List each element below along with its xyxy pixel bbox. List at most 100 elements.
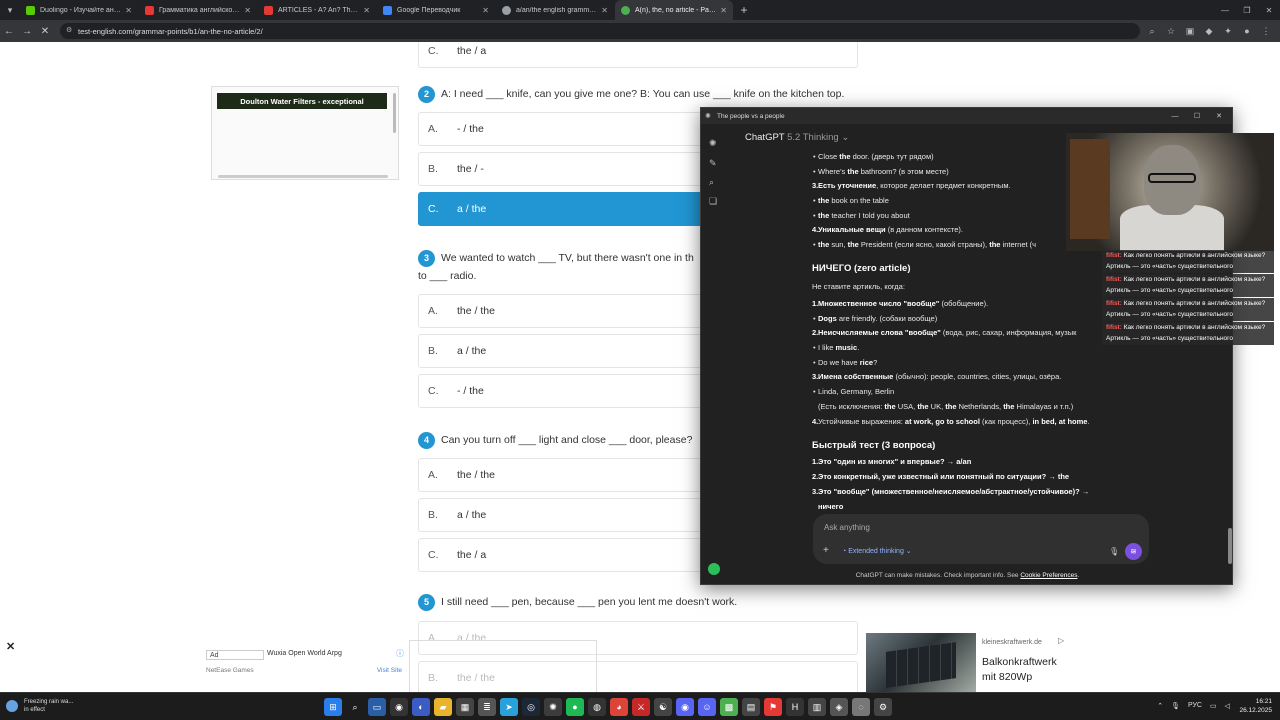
bookmark-star-icon[interactable]: ☆ <box>1163 23 1179 39</box>
maximize-icon[interactable]: ☐ <box>1186 108 1208 124</box>
file-explorer-icon[interactable]: ▰ <box>434 698 452 716</box>
side-ad[interactable]: kleineskraftwerk.de ▷ Balkonkraftwerk mi… <box>866 633 1070 692</box>
volume-icon[interactable]: ◁ <box>1225 702 1230 710</box>
spotify-icon[interactable]: ● <box>566 698 584 716</box>
section-heading: НИЧЕГО (zero article) <box>812 263 911 274</box>
ad-info-icon[interactable]: ⓘ <box>396 648 404 659</box>
app-icon[interactable]: ▥ <box>808 698 826 716</box>
minecraft-icon[interactable]: ▩ <box>720 698 738 716</box>
new-chat-icon[interactable]: ✎ <box>709 158 717 169</box>
new-tab-button[interactable]: + <box>734 3 754 17</box>
minimize-icon[interactable]: — <box>1164 108 1186 124</box>
app-icon[interactable]: ▤ <box>742 698 760 716</box>
weather-widget[interactable]: Freezing rain wa... in effect <box>4 698 73 714</box>
app-icon[interactable]: ◉ <box>390 698 408 716</box>
close-window-icon[interactable]: ✕ <box>1208 108 1230 124</box>
start-icon[interactable]: ⊞ <box>324 698 342 716</box>
tab-grammar-youtube[interactable]: Грамматика английского язык ✕ <box>139 0 257 20</box>
extension-icon[interactable]: ◆ <box>1201 23 1217 39</box>
model-selector[interactable]: ChatGPT 5.2 Thinking ⌄ <box>745 132 849 143</box>
close-tab-icon[interactable]: ✕ <box>601 6 608 15</box>
response-line: Do we have rice? <box>813 358 877 367</box>
microphone-icon[interactable]: 🎙 <box>1171 702 1180 710</box>
taskview-icon[interactable]: ▭ <box>368 698 386 716</box>
ad-scrollbar[interactable] <box>393 93 396 133</box>
question-number: 3 <box>418 250 435 267</box>
ad-choices-icon[interactable]: ▷ <box>1058 636 1064 645</box>
app-icon[interactable]: ☯ <box>654 698 672 716</box>
microphone-icon[interactable]: 🎙 <box>1109 547 1119 556</box>
chrome-icon[interactable]: ◕ <box>610 698 628 716</box>
solar-panel-image[interactable] <box>866 633 976 692</box>
settings-icon[interactable]: ⚙ <box>874 698 892 716</box>
network-icon[interactable]: ▭ <box>1210 702 1217 710</box>
ad-banner-text[interactable]: Doulton Water Filters - exceptional <box>217 93 387 109</box>
ad-close-icon[interactable]: ✕ <box>6 640 15 653</box>
ad-visit-link[interactable]: Visit Site <box>377 667 402 674</box>
app-icon[interactable]: H <box>786 698 804 716</box>
chatgpt-logo-icon: ✺ <box>705 113 711 120</box>
copilot-icon[interactable]: ◐ <box>412 698 430 716</box>
app-icon[interactable]: ◉ <box>676 698 694 716</box>
close-tab-icon[interactable]: ✕ <box>363 6 370 15</box>
tab-search-icon[interactable]: ▾ <box>0 0 20 20</box>
app-icon[interactable]: ≣ <box>478 698 496 716</box>
close-tab-icon[interactable]: ✕ <box>482 6 489 15</box>
extended-thinking-toggle[interactable]: ◔ Extended thinking ⌄ <box>842 547 912 555</box>
option-text: the / - <box>457 163 484 175</box>
chevron-down-icon: ⌄ <box>841 132 850 143</box>
discord-icon[interactable]: ☺ <box>698 698 716 716</box>
tab-google-translate[interactable]: Google Переводчик ✕ <box>377 0 495 20</box>
tray-chevron-icon[interactable]: ⌃ <box>1157 702 1163 710</box>
library-icon[interactable]: ❏ <box>709 196 717 207</box>
answer-option[interactable]: C. the / a <box>418 42 858 68</box>
search-icon[interactable]: ⌕ <box>709 177 714 188</box>
telegram-icon[interactable]: ➤ <box>500 698 518 716</box>
address-bar[interactable]: ⚙ test-english.com/grammar-points/b1/an-… <box>60 23 1140 39</box>
extension-icon[interactable]: ▣ <box>1182 23 1198 39</box>
chat-scrollbar[interactable] <box>1228 528 1232 564</box>
minimize-icon[interactable]: — <box>1214 0 1236 20</box>
zoom-icon[interactable]: ⌕ <box>1144 23 1160 39</box>
restore-icon[interactable]: ❐ <box>1236 0 1258 20</box>
language-indicator[interactable]: РУС <box>1188 702 1202 710</box>
app-icon[interactable]: ⚔ <box>632 698 650 716</box>
chat-input-placeholder[interactable]: Ask anything <box>824 523 870 532</box>
forward-icon[interactable]: → <box>18 20 36 42</box>
ad-title[interactable]: Wuxia Open World Arpg <box>267 650 342 657</box>
ad-headline[interactable]: Balkonkraftwerk mit 820Wp <box>982 655 1072 685</box>
option-letter: C. <box>428 385 439 397</box>
voice-mode-icon[interactable]: ≋ <box>1125 543 1142 560</box>
app-icon[interactable]: ⚑ <box>764 698 782 716</box>
extensions-puzzle-icon[interactable]: ✦ <box>1220 23 1236 39</box>
close-tab-icon[interactable]: ✕ <box>244 6 251 15</box>
cookie-preferences-link[interactable]: Cookie Preferences <box>1020 572 1077 579</box>
attach-plus-icon[interactable]: + <box>823 545 829 556</box>
stop-loading-icon[interactable]: ✕ <box>36 20 54 42</box>
question-number: 5 <box>418 594 435 611</box>
search-icon[interactable]: ⌕ <box>346 698 364 716</box>
openai-logo-icon[interactable]: ✺ <box>709 138 717 149</box>
tab-grammar-game[interactable]: a/an/the english grammar gam ✕ <box>496 0 614 20</box>
system-clock[interactable]: 16:21 26.12.2025 <box>1239 697 1272 715</box>
app-icon[interactable]: ◈ <box>830 698 848 716</box>
chatgpt-taskbar-icon[interactable]: ✺ <box>544 698 562 716</box>
close-tab-icon[interactable]: ✕ <box>720 6 727 15</box>
ad-widget[interactable]: Doulton Water Filters - exceptional <box>211 86 399 180</box>
chat-composer[interactable]: Ask anything + ◔ Extended thinking ⌄ 🎙 ≋ <box>813 514 1149 564</box>
bottom-ad[interactable]: Ad Wuxia Open World Arpg ⓘ NetEase Games… <box>204 645 406 679</box>
obs-icon[interactable]: ◍ <box>588 698 606 716</box>
steam-icon[interactable]: ◎ <box>522 698 540 716</box>
close-window-icon[interactable]: ✕ <box>1258 0 1280 20</box>
profile-avatar-icon[interactable]: ● <box>1239 23 1255 39</box>
back-icon[interactable]: ← <box>0 20 18 42</box>
tab-duolingo[interactable]: Duolingo - Изучайте английск ✕ <box>20 0 138 20</box>
app-icon[interactable]: ◌ <box>852 698 870 716</box>
site-info-icon[interactable]: ⚙ <box>66 26 72 34</box>
ad-horizontal-scrollbar[interactable] <box>218 175 388 178</box>
tab-articles-youtube[interactable]: ARTICLES - A? An? The? | How ✕ <box>258 0 376 20</box>
tab-test-english-active[interactable]: A(n), the, no article - Page 2 of✕ <box>615 0 733 20</box>
store-icon[interactable]: ▦ <box>456 698 474 716</box>
close-tab-icon[interactable]: ✕ <box>125 6 132 15</box>
menu-kebab-icon[interactable]: ⋮ <box>1258 23 1274 39</box>
